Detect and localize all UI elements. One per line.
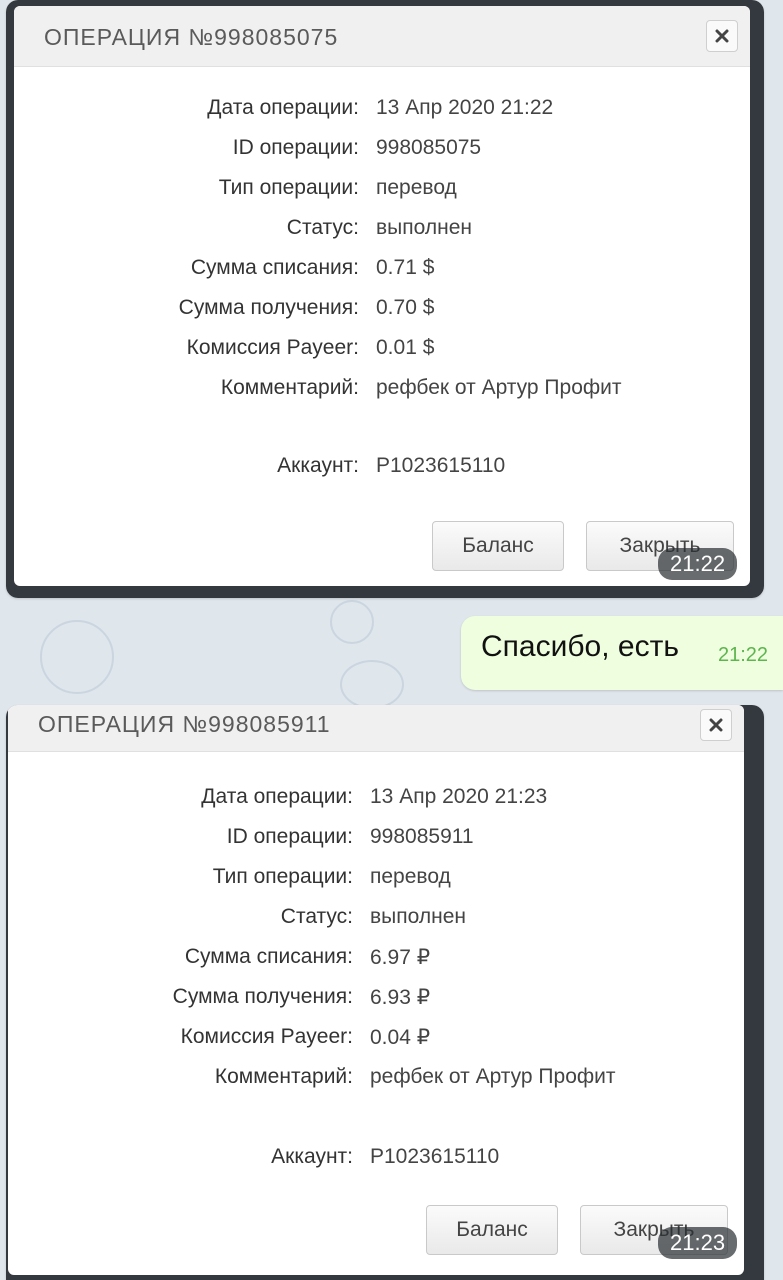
detail-label: Комментарий: bbox=[220, 376, 359, 399]
background-doodle bbox=[340, 660, 404, 709]
detail-row: Сумма списания: 0.71 $ bbox=[14, 256, 750, 296]
detail-row: ID операции: 998085075 bbox=[14, 136, 750, 176]
detail-row: Комиссия Payeer: 0.04 ₽ bbox=[8, 1025, 744, 1065]
detail-value: перевод bbox=[376, 176, 457, 199]
detail-row: Тип операции: перевод bbox=[14, 176, 750, 216]
close-icon bbox=[715, 29, 729, 43]
dialog-close-button[interactable] bbox=[700, 709, 732, 741]
account-value: P1023615110 bbox=[376, 454, 506, 477]
detail-row: Статус: выполнен bbox=[8, 905, 744, 945]
dialog-header: ОПЕРАЦИЯ №998085075 bbox=[14, 6, 750, 67]
detail-value: выполнен bbox=[376, 216, 472, 239]
detail-label: ID операции: bbox=[232, 136, 359, 159]
detail-label: Дата операции: bbox=[201, 785, 353, 808]
detail-value: 6.97 ₽ bbox=[370, 946, 431, 969]
detail-label: Сумма списания: bbox=[190, 256, 359, 279]
detail-label: ID операции: bbox=[226, 825, 353, 848]
detail-value: выполнен bbox=[370, 905, 466, 928]
dialog-header: ОПЕРАЦИЯ №998085911 bbox=[8, 705, 744, 752]
detail-value: 0.01 $ bbox=[376, 336, 435, 359]
account-row: Аккаунт: P1023615110 bbox=[14, 454, 750, 496]
background-doodle bbox=[40, 620, 114, 694]
detail-label: Комментарий: bbox=[214, 1065, 353, 1088]
operation-dialog: ОПЕРАЦИЯ №998085075 Дата операции: 13 Апр… bbox=[14, 6, 750, 586]
account-label: Аккаунт: bbox=[271, 1145, 353, 1168]
balance-button[interactable]: Баланс bbox=[426, 1205, 558, 1255]
details-list: Дата операции: 13 Апр 2020 21:22 ID опера… bbox=[14, 96, 750, 496]
detail-value: перевод bbox=[370, 865, 451, 888]
detail-value: 998085075 bbox=[376, 136, 482, 159]
outgoing-message[interactable]: Спасибо, есть 21:22 bbox=[461, 616, 783, 690]
dialog-title: ОПЕРАЦИЯ №998085075 bbox=[44, 24, 339, 50]
account-row: Аккаунт: P1023615110 bbox=[8, 1145, 744, 1185]
detail-row: Тип операции: перевод bbox=[8, 865, 744, 905]
detail-value: 13 Апр 2020 21:22 bbox=[376, 96, 554, 119]
detail-label: Тип операции: bbox=[218, 176, 359, 199]
detail-label: Дата операции: bbox=[207, 96, 359, 119]
detail-row: Комментарий: рефбек от Артур Профит bbox=[8, 1065, 744, 1105]
operation-dialog: ОПЕРАЦИЯ №998085911 Дата операции: 13 Апр… bbox=[8, 705, 744, 1275]
detail-row: Сумма списания: 6.97 ₽ bbox=[8, 945, 744, 985]
detail-value: рефбек от Артур Профит bbox=[370, 1065, 616, 1088]
detail-label: Сумма получения: bbox=[178, 296, 359, 319]
photo-message-2[interactable]: ОПЕРАЦИЯ №998085911 Дата операции: 13 Апр… bbox=[6, 705, 764, 1280]
detail-row: Статус: выполнен bbox=[14, 216, 750, 256]
detail-value: 0.04 ₽ bbox=[370, 1026, 431, 1049]
detail-label: Статус: bbox=[280, 905, 353, 928]
detail-row: Комиссия Payeer: 0.01 $ bbox=[14, 336, 750, 376]
account-value: P1023615110 bbox=[370, 1145, 500, 1168]
detail-value: 0.71 $ bbox=[376, 256, 435, 279]
detail-label: Тип операции: bbox=[212, 865, 353, 888]
detail-label: Комиссия Payeer: bbox=[180, 1025, 353, 1048]
details-list: Дата операции: 13 Апр 2020 21:23 ID опера… bbox=[8, 785, 744, 1185]
detail-label: Сумма получения: bbox=[172, 985, 353, 1008]
detail-value: 13 Апр 2020 21:23 bbox=[370, 785, 548, 808]
message-time: 21:22 bbox=[658, 548, 738, 580]
detail-row: Комментарий: рефбек от Артур Профит bbox=[14, 376, 750, 416]
detail-value: 998085911 bbox=[370, 825, 474, 848]
detail-value: 0.70 $ bbox=[376, 296, 435, 319]
message-text: Спасибо, есть bbox=[481, 630, 679, 663]
detail-row: Дата операции: 13 Апр 2020 21:22 bbox=[14, 96, 750, 136]
detail-value: рефбек от Артур Профит bbox=[376, 376, 622, 399]
detail-row: Дата операции: 13 Апр 2020 21:23 bbox=[8, 785, 744, 825]
detail-row: ID операции: 998085911 bbox=[8, 825, 744, 865]
dialog-close-button[interactable] bbox=[706, 20, 738, 52]
account-label: Аккаунт: bbox=[277, 454, 359, 477]
screenshot-frame: ОПЕРАЦИЯ №998085075 Дата операции: 13 Апр… bbox=[6, 0, 764, 598]
detail-label: Комиссия Payeer: bbox=[186, 336, 359, 359]
message-time: 21:23 bbox=[658, 1227, 738, 1259]
message-time: 21:22 bbox=[718, 644, 769, 666]
detail-row: Сумма получения: 0.70 $ bbox=[14, 296, 750, 336]
detail-value: 6.93 ₽ bbox=[370, 986, 431, 1009]
screenshot-frame: ОПЕРАЦИЯ №998085911 Дата операции: 13 Апр… bbox=[6, 705, 764, 1280]
detail-label: Статус: bbox=[286, 216, 359, 239]
background-doodle bbox=[330, 600, 374, 644]
detail-label: Сумма списания: bbox=[184, 945, 353, 968]
close-icon bbox=[709, 718, 723, 732]
balance-button[interactable]: Баланс bbox=[432, 521, 564, 571]
detail-row: Сумма получения: 6.93 ₽ bbox=[8, 985, 744, 1025]
photo-message-1[interactable]: ОПЕРАЦИЯ №998085075 Дата операции: 13 Апр… bbox=[6, 0, 764, 598]
dialog-title: ОПЕРАЦИЯ №998085911 bbox=[38, 711, 331, 737]
